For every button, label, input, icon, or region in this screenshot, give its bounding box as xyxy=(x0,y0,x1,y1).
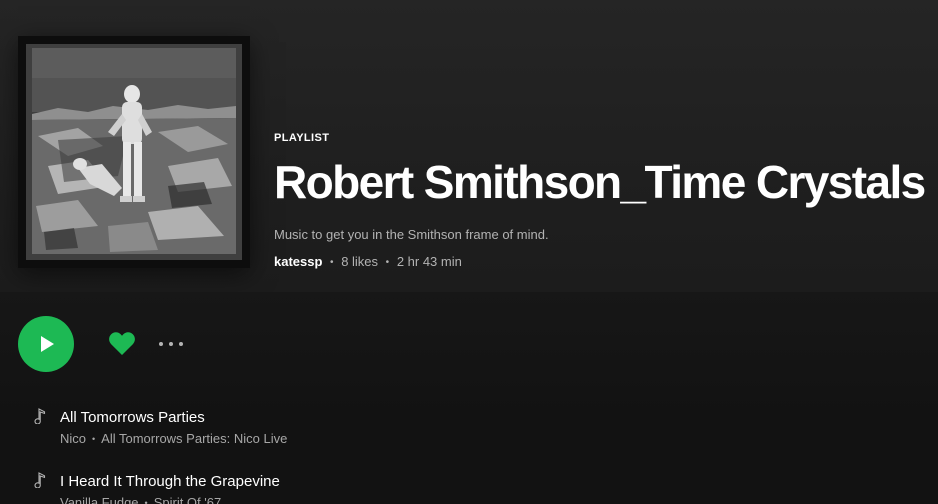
track-album-link[interactable]: Spirit Of '67 xyxy=(154,495,222,504)
play-icon xyxy=(41,336,54,352)
playlist-type-label: PLAYLIST xyxy=(274,132,330,144)
track-separator: • xyxy=(92,434,96,444)
more-options-icon xyxy=(159,342,183,346)
playlist-cover-image[interactable] xyxy=(18,36,250,268)
playlist-likes: 8 likes xyxy=(341,254,379,269)
music-note-icon xyxy=(34,408,46,424)
track-album-link[interactable]: All Tomorrows Parties: Nico Live xyxy=(101,431,287,446)
heart-icon xyxy=(109,332,135,355)
track-separator: • xyxy=(144,498,148,504)
play-button[interactable] xyxy=(18,316,74,372)
playlist-title: Robert Smithson_Time Crystals xyxy=(274,156,926,208)
track-title[interactable]: All Tomorrows Parties xyxy=(60,409,205,426)
track-row[interactable]: I Heard It Through the Grapevine Vanilla… xyxy=(0,462,938,504)
track-subtitle: Vanilla Fudge • Spirit Of '67 xyxy=(60,495,221,504)
playlist-owner-link[interactable]: katessp xyxy=(274,254,322,269)
track-subtitle: Nico • All Tomorrows Parties: Nico Live xyxy=(60,431,287,446)
track-list: All Tomorrows Parties Nico • All Tomorrows… xyxy=(0,398,938,504)
more-options-button[interactable] xyxy=(156,330,186,358)
like-button[interactable] xyxy=(108,330,136,358)
track-artist-link[interactable]: Vanilla Fudge xyxy=(60,495,139,504)
stats-separator: • xyxy=(330,257,334,268)
track-artist-link[interactable]: Nico xyxy=(60,431,86,446)
music-note-icon xyxy=(34,472,46,488)
stats-separator: • xyxy=(385,257,390,268)
track-title[interactable]: I Heard It Through the Grapevine xyxy=(60,473,280,490)
playlist-stats: katessp • 8 likes • 2 hr 43 min xyxy=(274,254,934,269)
playlist-description: Music to get you in the Smithson frame o… xyxy=(274,227,549,242)
playlist-meta: PLAYLIST Robert Smithson_Time Crystals M… xyxy=(274,132,934,269)
track-row[interactable]: All Tomorrows Parties Nico • All Tomorrows… xyxy=(0,398,938,462)
action-bar xyxy=(18,316,186,372)
playlist-header: PLAYLIST Robert Smithson_Time Crystals M… xyxy=(0,0,938,292)
playlist-page: PLAYLIST Robert Smithson_Time Crystals M… xyxy=(0,0,938,504)
playlist-duration: 2 hr 43 min xyxy=(396,254,462,269)
